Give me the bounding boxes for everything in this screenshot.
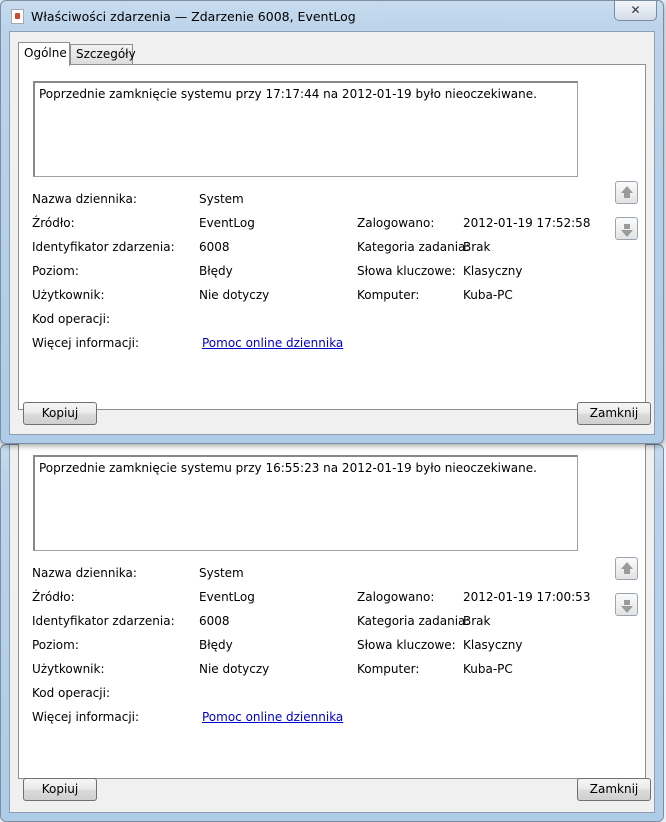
close-icon: ✕ [630, 3, 641, 17]
level-value: Błędy [199, 264, 233, 278]
event-id-label: Identyfikator zdarzenia: [32, 240, 175, 254]
tab-general[interactable]: Ogólne [18, 42, 70, 66]
opcode-label: Kod operacji: [32, 312, 110, 326]
logged-label: Zalogowano: [357, 590, 435, 604]
close-button[interactable]: Zamknij [577, 778, 651, 801]
user-value: Nie dotyczy [199, 288, 270, 302]
event-properties-window: Właściwości zdarzenia — Zdarzenie 6008, … [0, 0, 664, 444]
level-label: Poziom: [32, 264, 79, 278]
online-help-link[interactable]: Pomoc online dziennika [202, 336, 343, 350]
level-label: Poziom: [32, 638, 79, 652]
user-value: Nie dotyczy [199, 662, 270, 676]
source-label: Źródło: [32, 216, 75, 230]
copy-button[interactable]: Kopiuj [23, 778, 97, 801]
keywords-label: Słowa kluczowe: [357, 638, 456, 652]
event-id-label: Identyfikator zdarzenia: [32, 614, 175, 628]
computer-value: Kuba-PC [463, 662, 513, 676]
event-properties-window-2: Poprzednie zamknięcie systemu przy 16:55… [0, 444, 664, 822]
task-category-value: Brak [463, 240, 491, 254]
general-panel: Poprzednie zamknięcie systemu przy 16:55… [18, 444, 646, 779]
arrow-down-icon [621, 606, 633, 613]
event-viewer-icon [11, 9, 24, 24]
computer-label: Komputer: [357, 288, 420, 302]
previous-event-button[interactable] [615, 557, 638, 580]
keywords-value: Klasyczny [463, 638, 523, 652]
copy-button[interactable]: Kopiuj [23, 402, 97, 425]
task-category-label: Kategoria zadania: [357, 240, 470, 254]
dialog-client-area: Ogólne Szczegóły Poprzednie zamknięcie s… [9, 31, 655, 435]
event-message-box[interactable]: Poprzednie zamknięcie systemu przy 17:17… [33, 81, 578, 177]
general-panel: Poprzednie zamknięcie systemu przy 17:17… [18, 64, 646, 410]
arrow-up-icon [621, 186, 633, 193]
user-label: Użytkownik: [32, 288, 105, 302]
window-title: Właściwości zdarzenia — Zdarzenie 6008, … [31, 9, 356, 24]
level-value: Błędy [199, 638, 233, 652]
task-category-value: Brak [463, 614, 491, 628]
dialog-client-area: Poprzednie zamknięcie systemu przy 16:55… [9, 444, 655, 813]
opcode-label: Kod operacji: [32, 686, 110, 700]
keywords-value: Klasyczny [463, 264, 523, 278]
log-name-value: System [199, 192, 244, 206]
close-window-button[interactable]: ✕ [614, 1, 657, 21]
event-id-value: 6008 [199, 240, 230, 254]
event-id-value: 6008 [199, 614, 230, 628]
online-help-link[interactable]: Pomoc online dziennika [202, 710, 343, 724]
source-label: Źródło: [32, 590, 75, 604]
title-bar[interactable]: Właściwości zdarzenia — Zdarzenie 6008, … [1, 1, 663, 31]
logged-label: Zalogowano: [357, 216, 435, 230]
computer-label: Komputer: [357, 662, 420, 676]
logged-value: 2012-01-19 17:52:58 [463, 216, 591, 230]
close-button[interactable]: Zamknij [577, 402, 651, 425]
log-name-value: System [199, 566, 244, 580]
event-message-box[interactable]: Poprzednie zamknięcie systemu przy 16:55… [33, 455, 578, 551]
source-value: EventLog [199, 590, 255, 604]
more-info-label: Więcej informacji: [32, 710, 140, 724]
task-category-label: Kategoria zadania: [357, 614, 470, 628]
keywords-label: Słowa kluczowe: [357, 264, 456, 278]
more-info-label: Więcej informacji: [32, 336, 140, 350]
logged-value: 2012-01-19 17:00:53 [463, 590, 591, 604]
tab-details[interactable]: Szczegóły [70, 44, 136, 64]
arrow-down-icon [621, 230, 633, 237]
computer-value: Kuba-PC [463, 288, 513, 302]
arrow-up-icon [621, 562, 633, 569]
source-value: EventLog [199, 216, 255, 230]
next-event-button[interactable] [615, 593, 638, 616]
log-name-label: Nazwa dziennika: [32, 566, 137, 580]
next-event-button[interactable] [615, 217, 638, 240]
log-name-label: Nazwa dziennika: [32, 192, 137, 206]
user-label: Użytkownik: [32, 662, 105, 676]
previous-event-button[interactable] [615, 181, 638, 204]
